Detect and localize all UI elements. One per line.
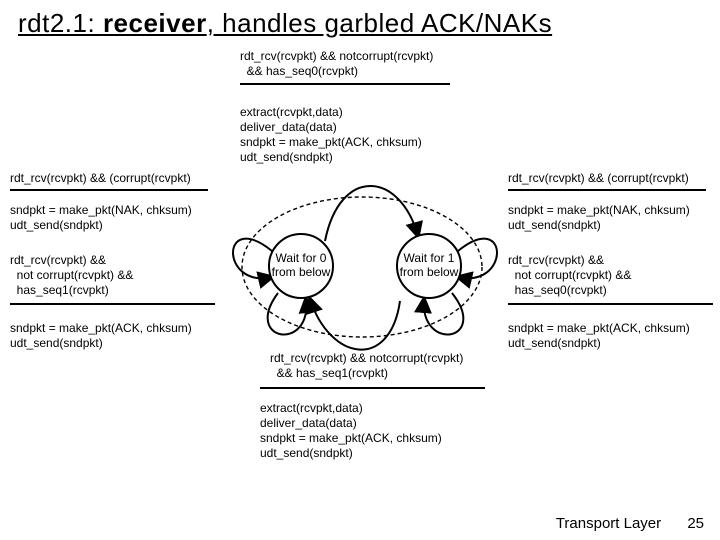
footer: Transport Layer 25 (556, 515, 704, 532)
state-wait-0: Wait for 0 from below (268, 233, 334, 299)
title-part2: , handles garbled ACK/NAKs (207, 8, 552, 38)
right-corrupt: rdt_rcv(rcvpkt) && (corrupt(rcvpkt) (508, 171, 689, 186)
title-part1: rdt2.1: (18, 8, 103, 38)
dup-event-right: rdt_rcv(rcvpkt) && not corrupt(rcvpkt) &… (508, 253, 631, 298)
nak-action-right: sndpkt = make_pkt(NAK, chksum) udt_send(… (508, 203, 690, 233)
dup-event-left: rdt_rcv(rcvpkt) && not corrupt(rcvpkt) &… (10, 253, 133, 298)
rule-right-dup (508, 303, 713, 305)
fsm-diagram: Wait for 0 from below Wait for 1 from be… (0, 41, 720, 501)
rule-top (240, 83, 450, 85)
slide-title: rdt2.1: receiver, handles garbled ACK/NA… (0, 0, 720, 41)
rule-bottom (260, 387, 485, 389)
top-event: rdt_rcv(rcvpkt) && notcorrupt(rcvpkt) &&… (240, 49, 433, 79)
rule-left-corrupt (10, 189, 208, 191)
title-receiver: receiver (103, 8, 207, 38)
rule-right-corrupt (508, 189, 706, 191)
rule-left-dup (10, 303, 215, 305)
bottom-action: extract(rcvpkt,data) deliver_data(data) … (260, 401, 442, 461)
ack-action-right: sndpkt = make_pkt(ACK, chksum) udt_send(… (508, 321, 690, 351)
footer-page: 25 (687, 515, 704, 532)
state-wait-1: Wait for 1 from below (396, 233, 462, 299)
bottom-event: rdt_rcv(rcvpkt) && notcorrupt(rcvpkt) &&… (270, 351, 463, 381)
nak-action-left: sndpkt = make_pkt(NAK, chksum) udt_send(… (10, 203, 192, 233)
top-action: extract(rcvpkt,data) deliver_data(data) … (240, 105, 422, 165)
left-corrupt: rdt_rcv(rcvpkt) && (corrupt(rcvpkt) (10, 171, 191, 186)
state-1-label: Wait for 1 from below (398, 252, 460, 280)
footer-label: Transport Layer (556, 515, 661, 532)
ack-action-left: sndpkt = make_pkt(ACK, chksum) udt_send(… (10, 321, 192, 351)
state-0-label: Wait for 0 from below (270, 252, 332, 280)
